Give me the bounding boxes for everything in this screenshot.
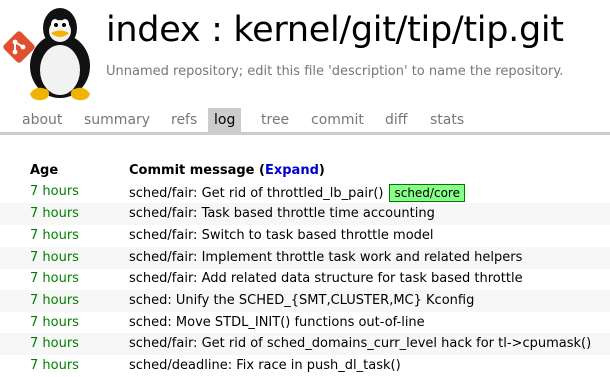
table-row[interactable]: 7 hours sched: Unify the SCHED_{SMT,CLUS…	[0, 290, 610, 312]
commit-message[interactable]: sched: Unify the SCHED_{SMT,CLUSTER,MC} …	[129, 293, 474, 308]
table-row[interactable]: 7 hours sched/fair: Add related data str…	[0, 268, 610, 290]
tab-bar: about summary refs log tree commit diff …	[0, 108, 610, 135]
column-header-age: Age	[30, 163, 59, 178]
commit-age: 7 hours	[30, 228, 79, 243]
commit-message[interactable]: sched: Move STDL_INIT() functions out-of…	[129, 315, 425, 330]
tab-diff[interactable]: diff	[385, 108, 407, 132]
commit-message[interactable]: sched/fair: Task based throttle time acc…	[129, 206, 435, 221]
page-title: index : kernel/git/tip/tip.git	[106, 10, 564, 50]
table-row[interactable]: 7 hours sched/fair: Switch to task based…	[0, 225, 610, 247]
commit-age: 7 hours	[30, 250, 79, 265]
logo[interactable]	[0, 2, 100, 102]
commit-message[interactable]: sched/fair: Add related data structure f…	[129, 271, 523, 286]
commit-message[interactable]: sched/fair: Switch to task based throttl…	[129, 228, 434, 243]
column-header-close: )	[318, 163, 325, 178]
commit-age: 7 hours	[30, 315, 79, 330]
table-row[interactable]: 7 hours sched: Move STDL_INIT() function…	[0, 312, 610, 334]
commit-age: 7 hours	[30, 271, 79, 286]
commit-age: 7 hours	[30, 293, 79, 308]
repo-description: Unnamed repository; edit this file 'desc…	[106, 64, 564, 79]
table-row[interactable]: 7 hours sched/deadline: Fix race in push…	[0, 355, 610, 377]
branch-decoration-badge[interactable]: sched/core	[389, 184, 465, 202]
table-row[interactable]: 7 hours sched/fair: Get rid of sched_dom…	[0, 333, 610, 355]
commit-message[interactable]: sched/fair: Get rid of throttled_lb_pair…	[129, 184, 465, 202]
tab-summary[interactable]: summary	[84, 108, 150, 132]
git-logo-icon	[3, 31, 35, 63]
commit-message[interactable]: sched/fair: Get rid of sched_domains_cur…	[129, 336, 591, 351]
table-row[interactable]: 7 hours sched/fair: Implement throttle t…	[0, 247, 610, 269]
commit-age: 7 hours	[30, 184, 79, 199]
tab-refs[interactable]: refs	[171, 108, 197, 132]
page-header: index : kernel/git/tip/tip.git Unnamed r…	[0, 0, 610, 102]
commit-age: 7 hours	[30, 336, 79, 351]
commit-message[interactable]: sched/fair: Implement throttle task work…	[129, 250, 522, 265]
commit-age: 7 hours	[30, 206, 79, 221]
tab-stats[interactable]: stats	[430, 108, 464, 132]
table-row[interactable]: 7 hours sched/fair: Get rid of throttled…	[0, 181, 610, 203]
tab-log[interactable]: log	[208, 108, 242, 132]
tab-about[interactable]: about	[22, 108, 62, 132]
tab-commit[interactable]: commit	[311, 108, 364, 132]
tab-tree[interactable]: tree	[261, 108, 289, 132]
expand-link[interactable]: Expand	[265, 163, 319, 178]
table-row[interactable]: 7 hours sched/fair: Task based throttle …	[0, 203, 610, 225]
column-header-message: Commit message (Expand)	[129, 163, 325, 178]
table-header: Age Commit message (Expand)	[0, 160, 610, 182]
commit-message-text[interactable]: sched/fair: Get rid of throttled_lb_pair…	[129, 186, 383, 201]
column-header-message-label: Commit message (	[129, 163, 265, 178]
